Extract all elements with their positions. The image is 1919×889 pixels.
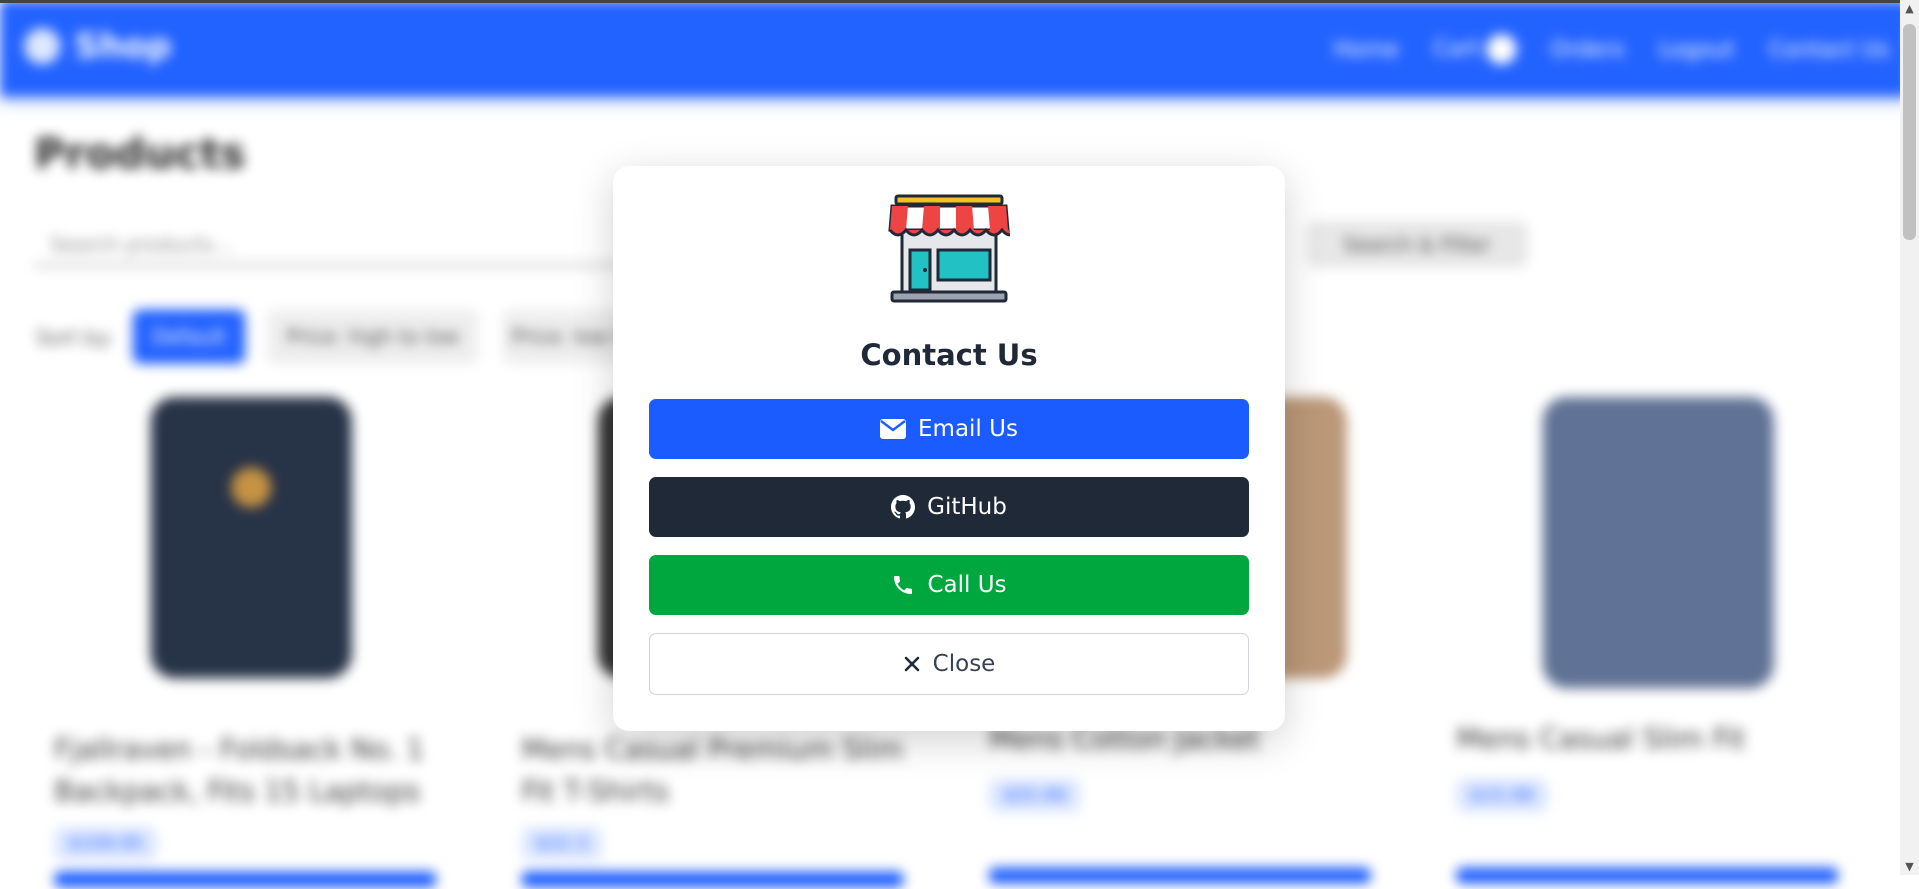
email-us-button[interactable]: Email Us <box>649 399 1249 459</box>
github-button[interactable]: GitHub <box>649 477 1249 537</box>
github-label: GitHub <box>927 494 1007 520</box>
close-button[interactable]: Close <box>649 633 1249 695</box>
page-scrollbar[interactable]: ▲ ▼ <box>1900 0 1919 875</box>
window-top-border <box>0 0 1900 3</box>
call-us-label: Call Us <box>927 572 1007 598</box>
close-icon <box>904 656 919 672</box>
storefront-icon <box>888 194 1010 303</box>
modal-title: Contact Us <box>860 338 1038 372</box>
scrollbar-thumb[interactable] <box>1903 24 1916 240</box>
close-label: Close <box>932 651 996 677</box>
github-icon <box>891 495 916 519</box>
email-us-label: Email Us <box>918 416 1018 442</box>
phone-icon <box>894 576 913 594</box>
contact-modal: Contact Us Email Us GitHub Call Us Close <box>613 166 1285 731</box>
call-us-button[interactable]: Call Us <box>649 555 1249 615</box>
envelope-icon <box>880 419 907 439</box>
scroll-up-arrow-icon[interactable]: ▲ <box>1900 0 1919 17</box>
scroll-down-arrow-icon[interactable]: ▼ <box>1900 858 1919 875</box>
